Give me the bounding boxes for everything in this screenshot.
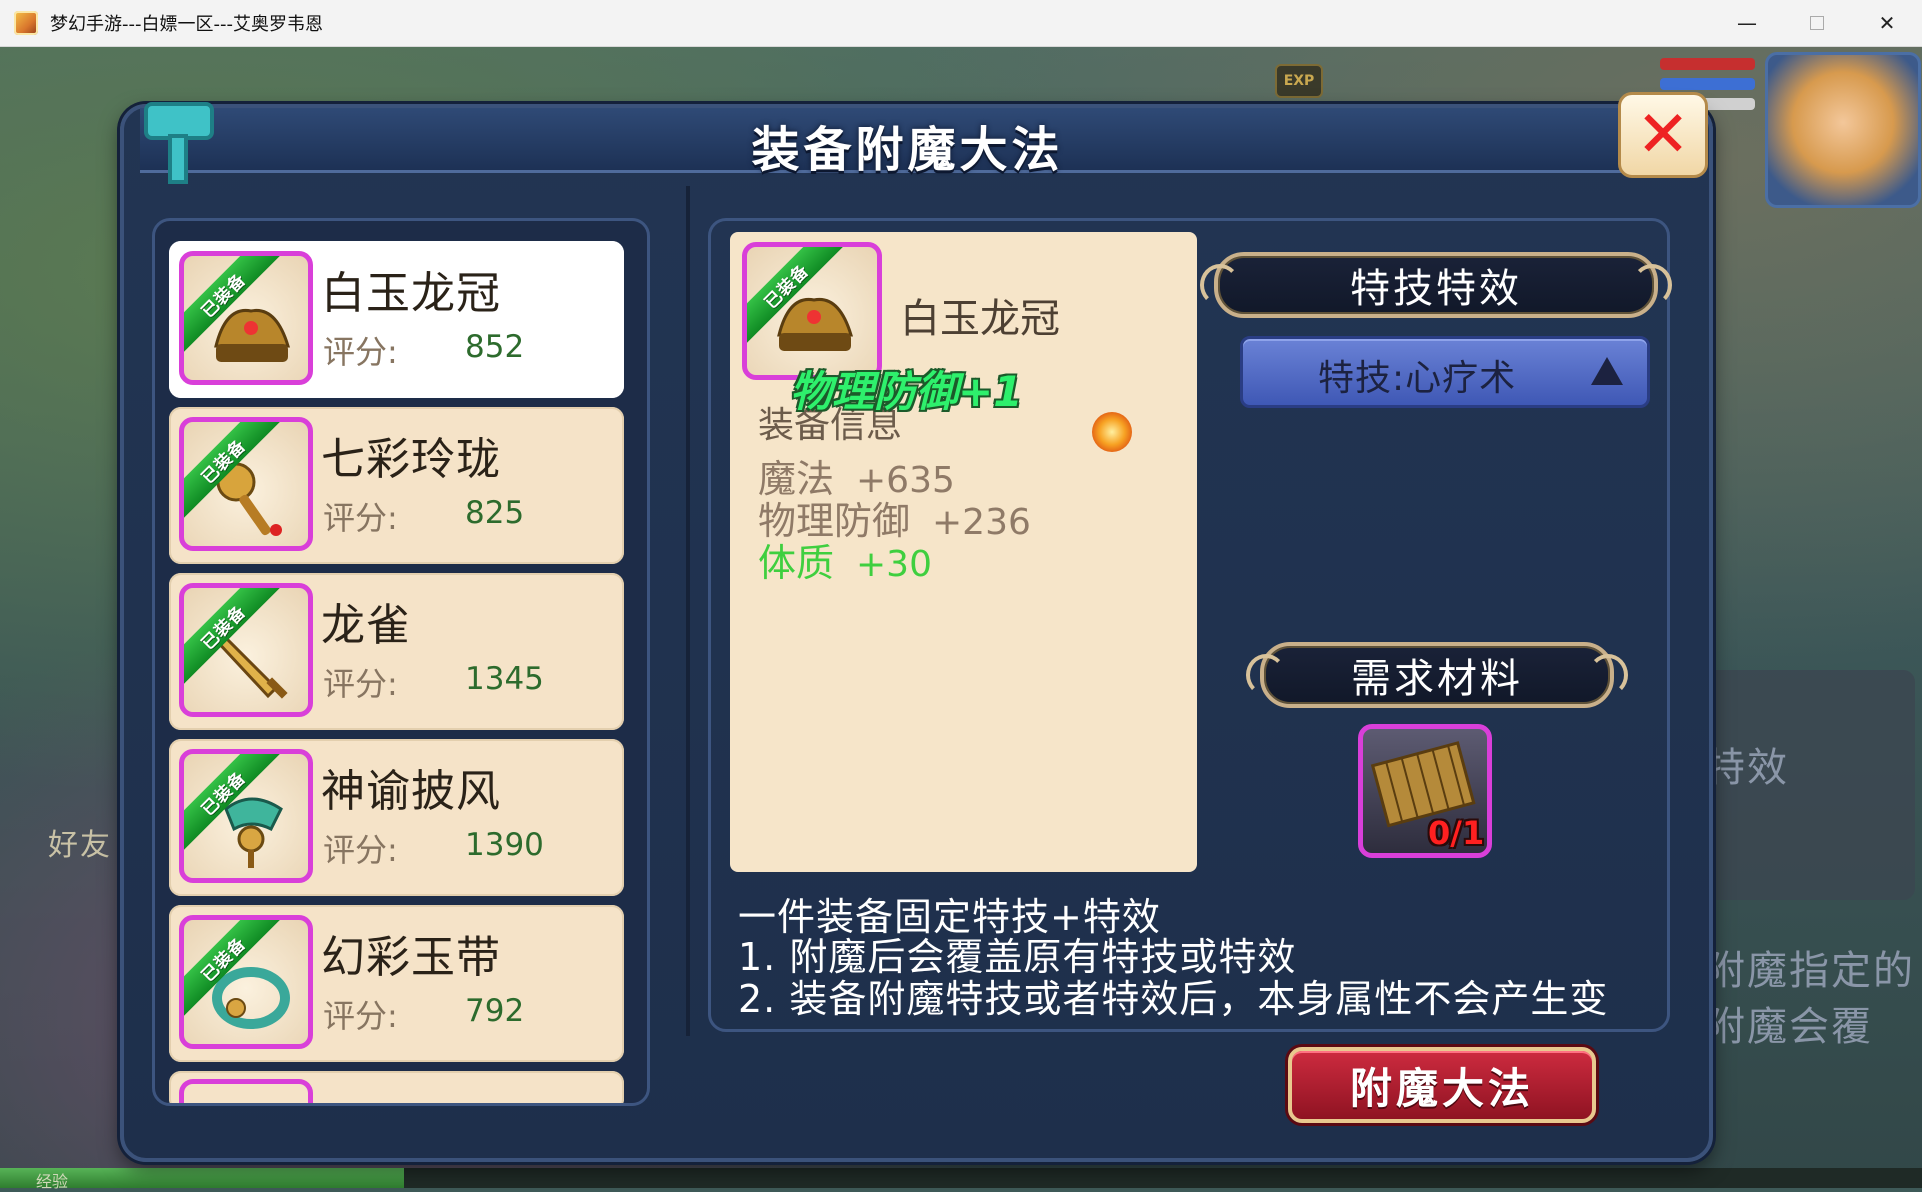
background-hint-text-3: 附魔会覆: [1705, 1004, 1873, 1050]
list-item[interactable]: 已装备 幻彩玉带 评分: 792: [169, 905, 624, 1062]
materials-header: 需求材料: [1246, 642, 1628, 708]
close-button[interactable]: ✕: [1618, 92, 1708, 178]
item-score-value: 825: [465, 495, 525, 531]
minimize-button[interactable]: —: [1712, 0, 1782, 46]
skill-effect-select[interactable]: 特技:心疗术: [1240, 336, 1650, 408]
item-score-value: 792: [465, 993, 525, 1029]
item-thumbnail: [179, 1079, 313, 1103]
window-titlebar: 梦幻手游---白嫖一区---艾奥罗韦恩 — ✕: [0, 0, 1922, 47]
item-thumbnail: 已装备: [179, 417, 313, 551]
item-thumbnail: 已装备: [179, 583, 313, 717]
maximize-button[interactable]: [1782, 0, 1852, 46]
exp-bar-label: 经验: [36, 1172, 69, 1191]
skill-select-label: 特技:心疗术: [1318, 358, 1517, 399]
item-thumbnail: 已装备: [179, 749, 313, 883]
close-x-icon: ✕: [1636, 98, 1690, 172]
detail-item-name: 白玉龙冠: [900, 296, 1060, 342]
mp-bar: [1660, 78, 1755, 90]
enchant-button[interactable]: 附魔大法: [1288, 1047, 1596, 1123]
maximize-icon: [1810, 16, 1824, 30]
exp-badge: EXP: [1275, 64, 1323, 98]
description-line: 2. 装备附魔特技或者特效后，本身属性不会产生变: [738, 977, 1609, 1021]
item-name: 幻彩玉带: [321, 932, 501, 983]
list-item[interactable]: 已装备 神谕披风 评分: 1390: [169, 739, 624, 896]
window-title: 梦幻手游---白嫖一区---艾奥罗韦恩: [50, 14, 323, 35]
background-hint-text-2: 附魔指定的: [1705, 948, 1915, 994]
hammer-icon: [144, 102, 214, 184]
item-thumbnail: 已装备: [179, 251, 313, 385]
item-name: 神谕披风: [321, 766, 501, 817]
background-friend-text: 好友: [48, 828, 112, 863]
item-score-label: 评分:: [323, 831, 398, 869]
item-score-label: 评分:: [323, 665, 398, 703]
hp-bar: [1660, 58, 1755, 70]
item-score-value: 1390: [465, 827, 544, 863]
panel-divider: [686, 186, 690, 1036]
item-score-label: 评分:: [323, 997, 398, 1035]
item-score-value: 852: [465, 329, 525, 365]
close-window-button[interactable]: ✕: [1852, 0, 1922, 46]
background-hint-text-1: 特效: [1705, 745, 1789, 791]
sun-medallion-icon: [1092, 412, 1132, 452]
item-name: 七彩玲珑: [321, 434, 501, 485]
stat-value: +30: [856, 544, 932, 585]
stat-row: 体质 +30: [758, 532, 932, 587]
item-thumbnail: 已装备: [179, 915, 313, 1049]
item-score-label: 评分:: [323, 499, 398, 537]
page-title: 装备附魔大法: [751, 122, 1064, 178]
item-name: 白玉龙冠: [321, 268, 501, 319]
item-score-value: 1345: [465, 661, 544, 697]
stat-label: 体质: [758, 541, 835, 585]
enchant-bonus-label: 物理防御+1: [790, 367, 1023, 416]
list-item[interactable]: 已装备 七彩玲珑 评分: 825: [169, 407, 624, 564]
item-score-label: 评分:: [323, 333, 398, 371]
window-controls: — ✕: [1712, 0, 1922, 46]
dropdown-arrow-icon: [1591, 357, 1623, 385]
item-name: 龙雀: [321, 600, 411, 651]
material-count: 0/1: [1428, 814, 1485, 852]
equipment-list[interactable]: 已装备 白玉龙冠 评分: 852 已装备 七彩玲珑 评分: 825 已装备 龙雀…: [152, 218, 650, 1106]
list-item-partial[interactable]: [169, 1071, 624, 1103]
list-item[interactable]: 已装备 龙雀 评分: 1345: [169, 573, 624, 730]
list-item[interactable]: 已装备 白玉龙冠 评分: 852: [169, 241, 624, 398]
stat-value: +236: [932, 502, 1031, 543]
exp-bar: 经验: [0, 1168, 1922, 1191]
app-icon: [14, 11, 38, 35]
skill-effect-header: 特技特效: [1200, 252, 1672, 318]
